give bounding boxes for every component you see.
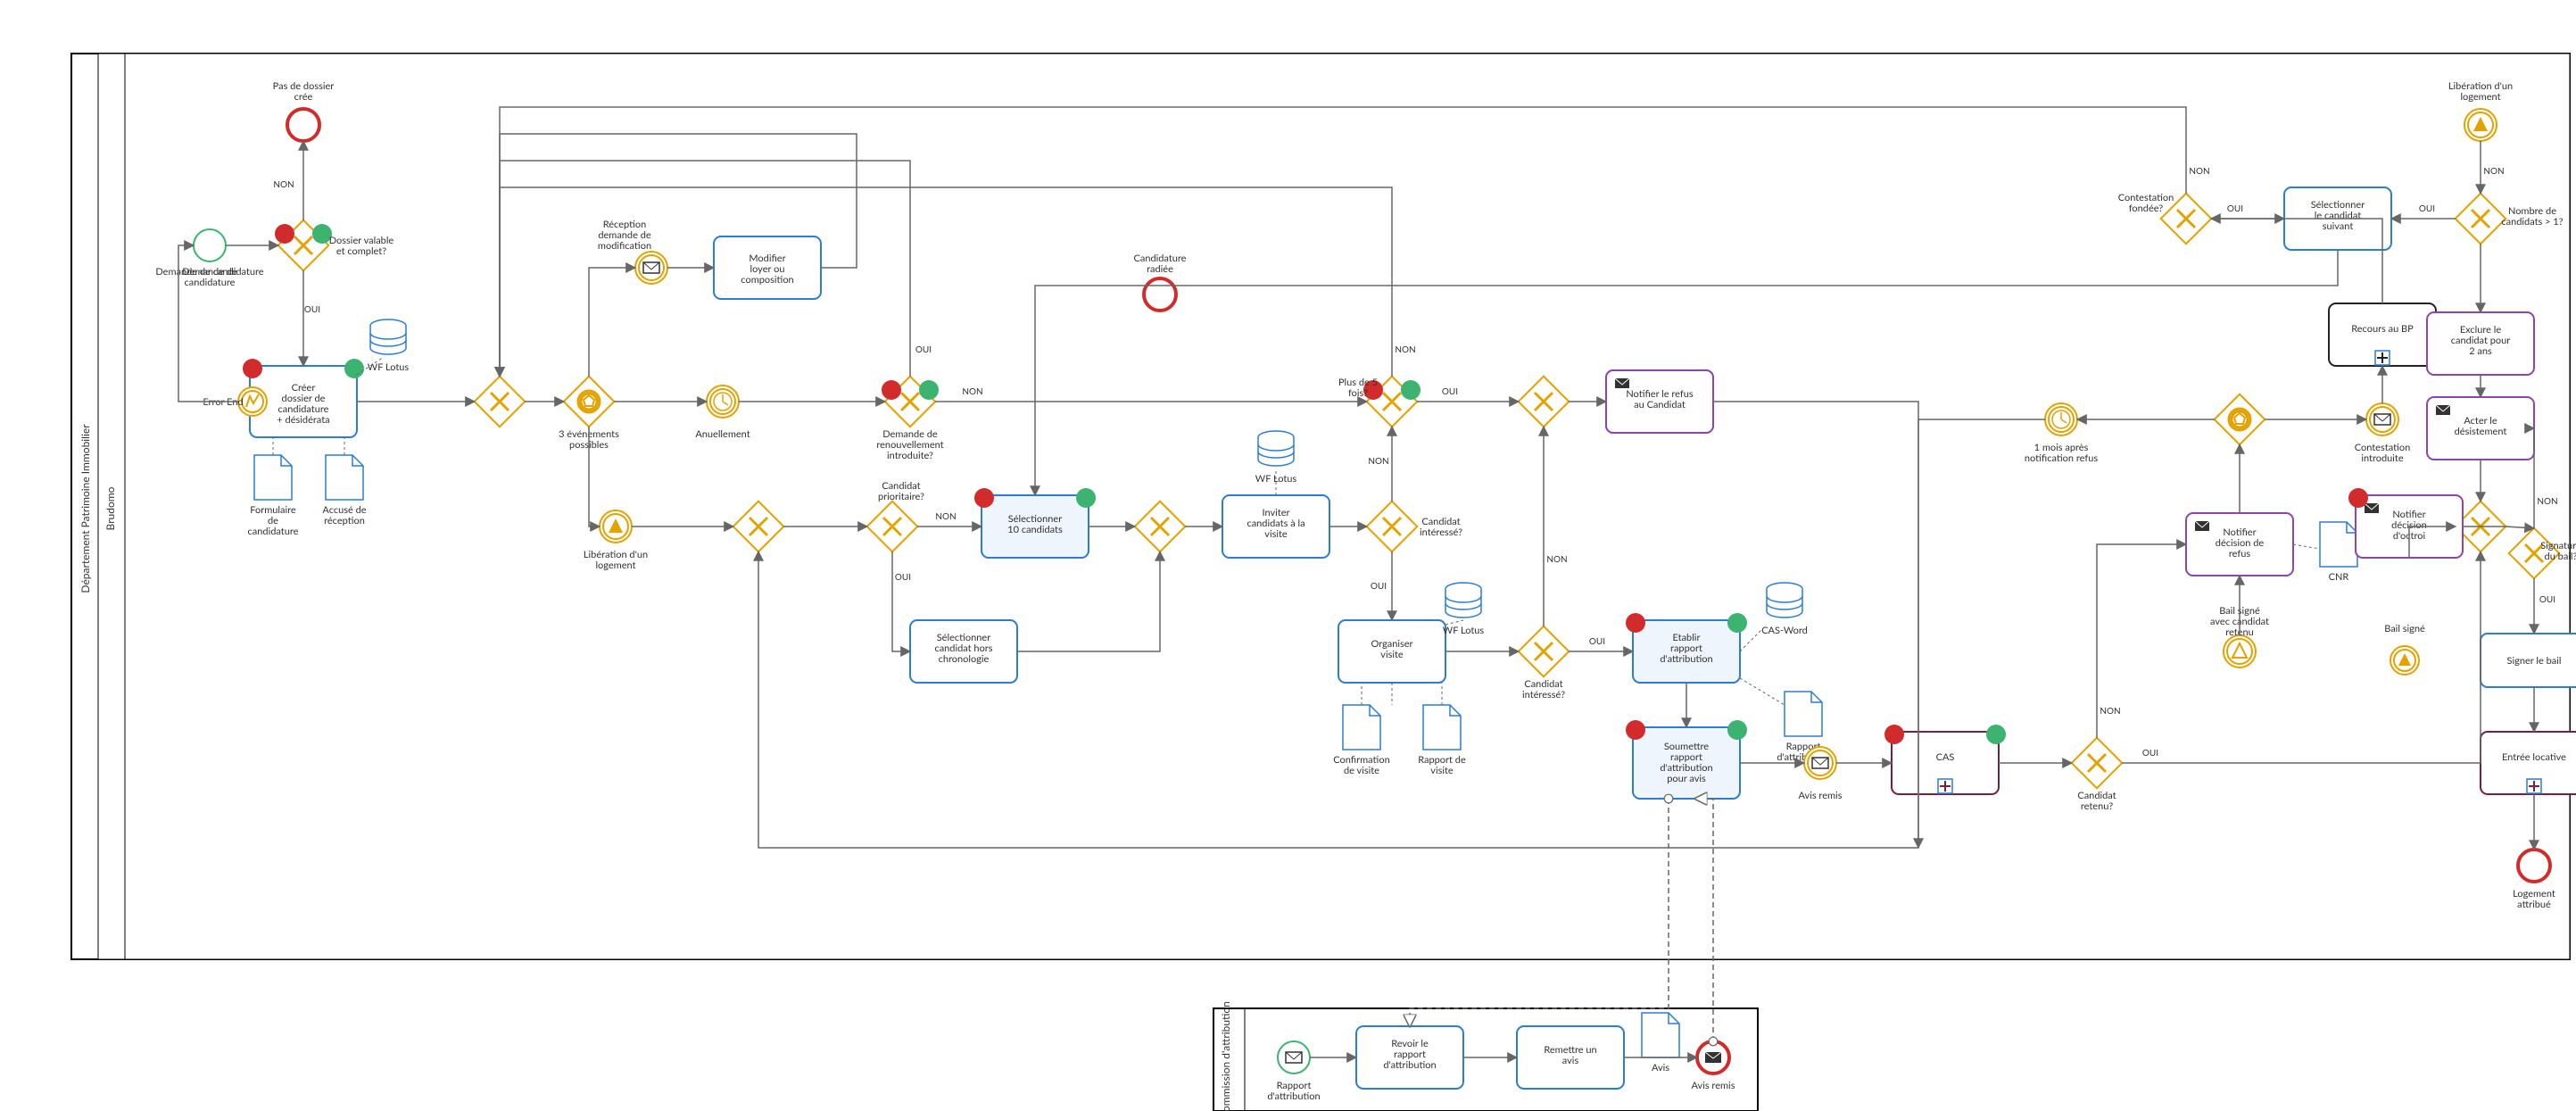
svg-text:NON: NON	[2189, 166, 2209, 177]
svg-text:OUI: OUI	[1589, 636, 1605, 647]
svg-text:Candidatintéressé?: Candidatintéressé?	[1522, 678, 1565, 701]
svg-text:NON: NON	[962, 386, 982, 397]
svg-text:Notifier le refusau Candidat: Notifier le refusau Candidat	[1626, 388, 1694, 410]
svg-text:WF Lotus: WF Lotus	[1443, 625, 1485, 636]
pool-commission-label: Commission d'attribution	[1219, 1001, 1232, 1111]
svg-text:Candidatintéressé?: Candidatintéressé?	[1420, 516, 1462, 538]
signal-event-liberation[interactable]	[600, 510, 632, 543]
svg-text:NON: NON	[1368, 456, 1388, 467]
svg-text:Entrée locative: Entrée locative	[2502, 751, 2566, 763]
svg-text:OUI: OUI	[915, 344, 932, 355]
subprocess-entree[interactable]	[2481, 732, 2576, 794]
svg-text:Accusé deréception: Accusé deréception	[322, 504, 366, 526]
svg-text:OUI: OUI	[1371, 581, 1387, 592]
catch-event-contestation[interactable]	[2366, 403, 2398, 435]
catch-event-modification[interactable]	[635, 252, 667, 284]
svg-text:NON: NON	[2100, 706, 2120, 717]
datastore-wf-lotus-1	[370, 319, 406, 354]
end-event-radiee[interactable]	[1144, 278, 1176, 311]
svg-text:OUI: OUI	[1442, 386, 1458, 397]
signal-event-bail-retenu[interactable]	[2224, 635, 2256, 667]
svg-text:Avis remis: Avis remis	[1799, 790, 1843, 801]
svg-text:CAS: CAS	[1936, 751, 1955, 763]
svg-text:NON: NON	[273, 179, 294, 190]
svg-text:Signer le bail: Signer le bail	[2507, 655, 2562, 667]
bpmn-diagram: Département Patrimoine Immobilier Brudom…	[0, 0, 2576, 1111]
gateway-dossier-label: Dossier valableet complet?	[329, 235, 394, 257]
svg-text:Réceptiondemande demodificatio: Réceptiondemande demodification	[598, 219, 651, 252]
svg-text:Avis: Avis	[1652, 1062, 1669, 1074]
boundary-signal-bail[interactable]	[2390, 646, 2419, 675]
svg-text:Avis remis: Avis remis	[1692, 1080, 1735, 1091]
svg-text:WF Lotus: WF Lotus	[368, 361, 410, 373]
svg-text:Sélectionner10 candidats: Sélectionner10 candidats	[1007, 513, 1063, 535]
svg-text:NON: NON	[2537, 496, 2557, 507]
end-event-avis[interactable]	[1697, 1041, 1729, 1074]
svg-text:1 mois aprèsnotification refus: 1 mois aprèsnotification refus	[2025, 442, 2098, 464]
svg-text:NON: NON	[1546, 554, 1567, 565]
svg-text:Nombre decandidats > 1?: Nombre decandidats > 1?	[2501, 205, 2563, 228]
svg-text:OUI: OUI	[2142, 748, 2158, 759]
svg-text:NON: NON	[2483, 166, 2504, 177]
svg-text:Anuellement: Anuellement	[695, 428, 750, 440]
catch-event-avis-remis[interactable]	[1804, 747, 1836, 779]
svg-text:Soumettrerapportd'attributionp: Soumettrerapportd'attributionpour avis	[1660, 741, 1712, 784]
svg-text:CAS-Word: CAS-Word	[1761, 625, 1808, 636]
svg-text:Logementattribué: Logementattribué	[2513, 888, 2555, 910]
svg-text:OUI: OUI	[304, 304, 320, 315]
svg-text:OUI: OUI	[2227, 203, 2243, 214]
start-event-liberation[interactable]	[2464, 109, 2497, 141]
svg-text:NON: NON	[935, 511, 956, 522]
svg-text:Contestationintroduite: Contestationintroduite	[2355, 442, 2411, 464]
datastore-wf-lotus-2	[1258, 431, 1294, 466]
datastore-cas-word	[1767, 583, 1802, 618]
pool-main-label: Département Patrimoine Immobilier	[79, 424, 92, 593]
svg-text:Candidatretenu?: Candidatretenu?	[2077, 790, 2116, 812]
datastore-wf-lotus-3	[1445, 583, 1481, 618]
lane-label: Brudomo	[104, 486, 117, 530]
svg-text:Candidatprioritaire?: Candidatprioritaire?	[878, 480, 924, 502]
subprocess-recours[interactable]	[2329, 303, 2436, 366]
timer-event-1mois[interactable]	[2045, 403, 2077, 435]
svg-text:OUI: OUI	[895, 572, 911, 583]
svg-text:Demande decandidature: Demande decandidature	[182, 266, 237, 288]
svg-text:Signaturedu bail?: Signaturedu bail?	[2540, 540, 2576, 562]
lane-brudomo	[98, 54, 2570, 959]
timer-event-annuel[interactable]	[707, 386, 739, 418]
svg-text:NON: NON	[1395, 344, 1415, 355]
svg-text:CNR: CNR	[2329, 571, 2349, 583]
svg-text:Bail signé: Bail signé	[2384, 623, 2425, 634]
svg-text:OUI: OUI	[2419, 203, 2435, 214]
svg-text:Recours au BP: Recours au BP	[2351, 323, 2414, 335]
end-event-pas-dossier[interactable]	[287, 109, 319, 141]
svg-text:OUI: OUI	[2539, 594, 2555, 605]
end-event-logement[interactable]	[2518, 850, 2550, 882]
start-event-rapport[interactable]	[1278, 1041, 1310, 1074]
svg-text:Sélectionnercandidat horschron: Sélectionnercandidat horschronologie	[934, 632, 992, 665]
